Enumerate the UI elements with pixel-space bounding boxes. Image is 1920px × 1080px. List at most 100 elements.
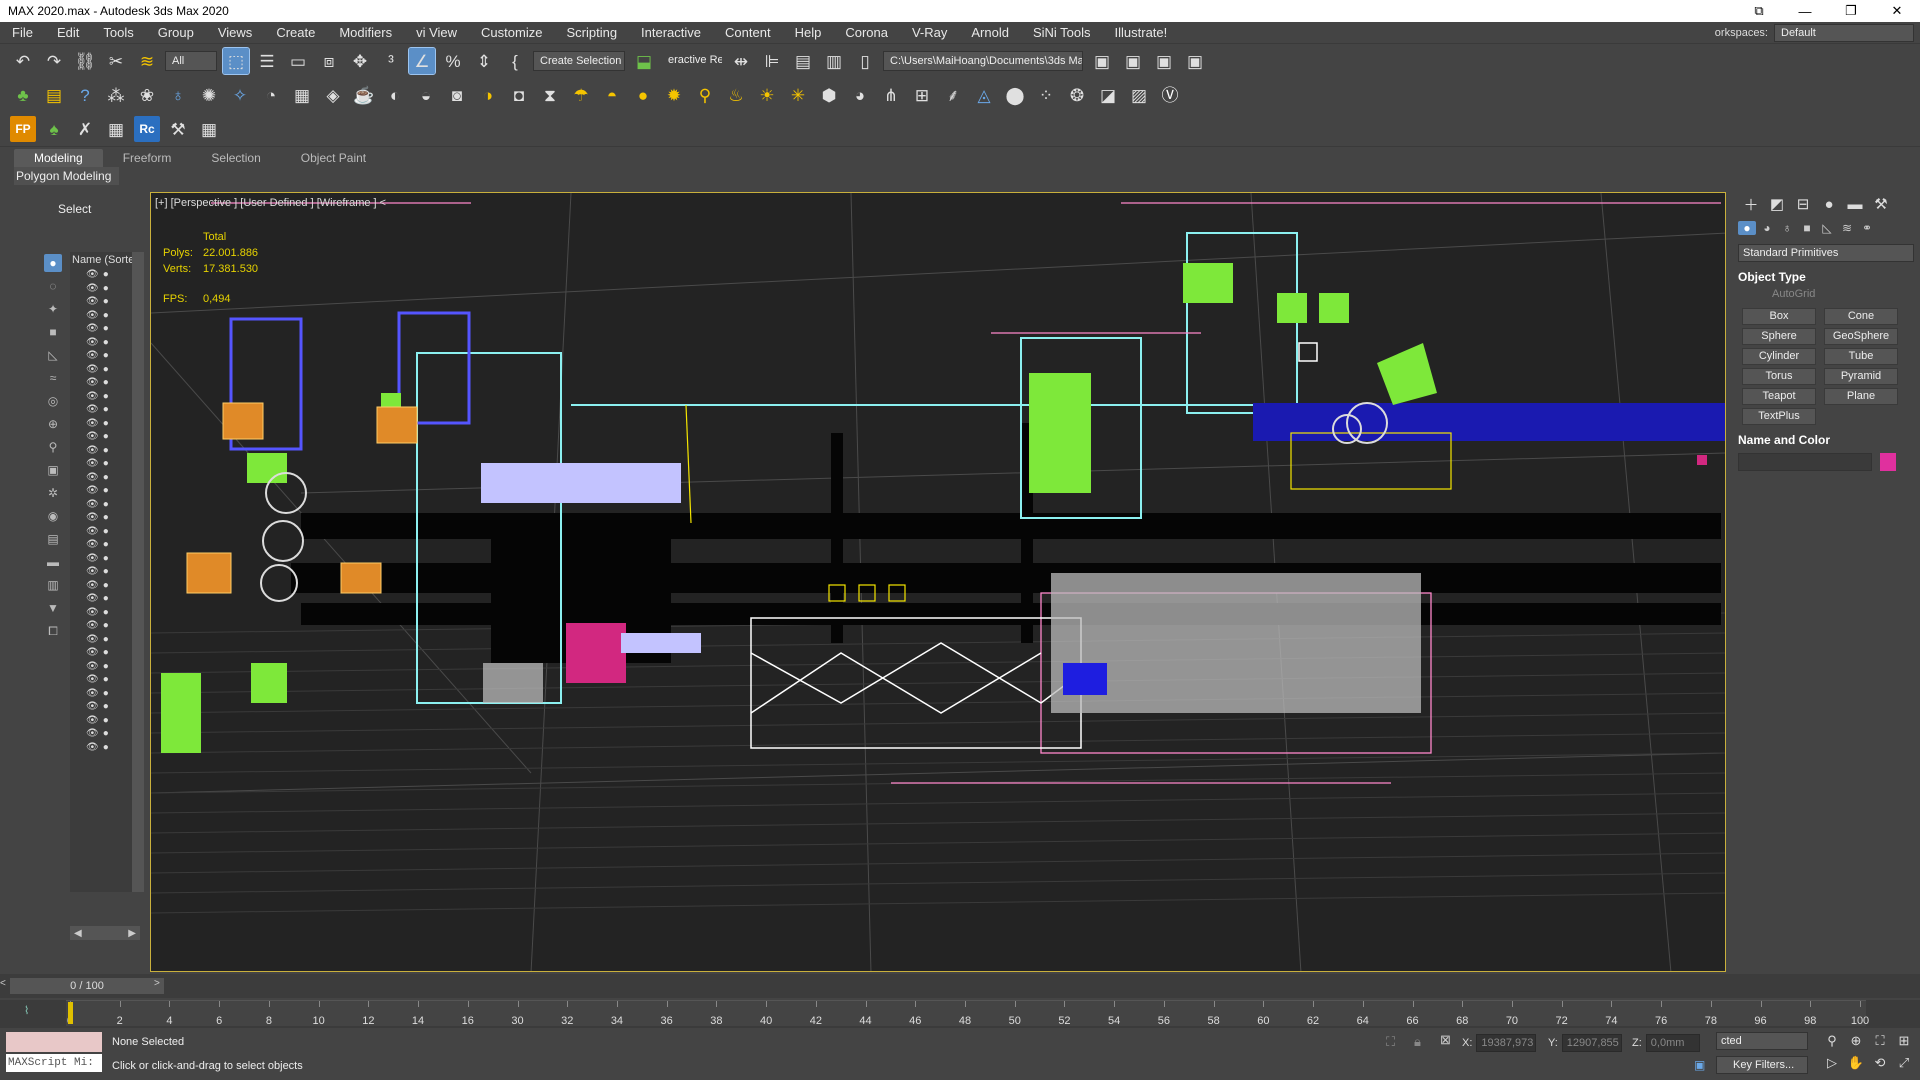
menu-scripting[interactable]: Scripting — [554, 22, 629, 44]
list-scrollbar[interactable] — [132, 252, 144, 892]
viewport-layout-icon-1[interactable]: ▣ — [1089, 48, 1115, 74]
visibility-eye-icon[interactable]: 👁︎ — [86, 647, 99, 658]
visibility-eye-icon[interactable]: 👁︎ — [86, 472, 99, 483]
menu-file[interactable]: File — [0, 22, 45, 44]
corona-light-icon[interactable]: ◑ — [475, 82, 501, 108]
render-dot-icon[interactable]: ● — [103, 647, 109, 658]
help-icon[interactable]: ? — [72, 82, 98, 108]
render-dot-icon[interactable]: ● — [103, 472, 109, 483]
half-sphere-icon[interactable]: ◓ — [599, 82, 625, 108]
render-dot-icon[interactable]: ● — [103, 485, 109, 496]
render-dot-icon[interactable]: ● — [103, 539, 109, 550]
cone-button[interactable]: Cone — [1824, 308, 1898, 325]
display-all-icon[interactable]: ▤ — [44, 530, 62, 548]
visibility-eye-icon[interactable]: 👁︎ — [86, 458, 99, 469]
tools-icon[interactable]: ✗ — [72, 116, 98, 142]
lights-icon[interactable]: ♁ — [1778, 221, 1796, 235]
menu-interactive[interactable]: Interactive — [629, 22, 713, 44]
render-dot-icon[interactable]: ● — [103, 526, 109, 537]
track-ruler[interactable]: 0246810121416303234363840424446485052545… — [66, 1000, 1869, 1027]
scroll-right-icon[interactable]: ▶ — [128, 928, 136, 939]
visibility-eye-icon[interactable]: 👁︎ — [86, 566, 99, 577]
filter-lights-icon[interactable]: ✦ — [44, 300, 62, 318]
sphere-light-icon[interactable]: ● — [630, 82, 656, 108]
mirror-icon[interactable]: ⇹ — [728, 48, 754, 74]
modify-tab-icon[interactable]: ◩ — [1764, 195, 1790, 213]
render-dot-icon[interactable]: ● — [103, 323, 109, 334]
tab-modeling[interactable]: Modeling — [14, 149, 103, 167]
teapot-button[interactable]: Teapot — [1742, 388, 1816, 405]
menu-illustrate[interactable]: Illustrate! — [1103, 22, 1180, 44]
percent-snap-icon[interactable]: % — [440, 48, 466, 74]
set-key-icon[interactable]: ▣ — [1694, 1058, 1705, 1072]
menu-vi-view[interactable]: vi View — [404, 22, 469, 44]
selection-set-dropdown[interactable]: cted — [1716, 1032, 1808, 1050]
umbrella-icon[interactable]: ☂ — [568, 82, 594, 108]
render-dot-icon[interactable]: ● — [103, 688, 109, 699]
edit-named-selection-icon[interactable]: { — [502, 48, 528, 74]
next-frame-icon[interactable]: > — [154, 978, 160, 989]
render-dot-icon[interactable]: ● — [103, 337, 109, 348]
isolate-icon[interactable]: ⛶ — [1386, 1034, 1395, 1050]
absolute-mode-icon[interactable]: ⊠ — [1440, 1032, 1451, 1048]
filter-frozen-icon[interactable]: ✲ — [44, 484, 62, 502]
filter-spacewarps-icon[interactable]: ≈ — [44, 369, 62, 387]
dome-light-icon[interactable]: ◔ — [258, 82, 284, 108]
menu-sini-tools[interactable]: SiNi Tools — [1021, 22, 1103, 44]
layer-explorer-icon[interactable]: ▤ — [790, 48, 816, 74]
visibility-eye-icon[interactable]: 👁︎ — [86, 607, 99, 618]
visibility-eye-icon[interactable]: 👁︎ — [86, 391, 99, 402]
filter-helpers-icon[interactable]: ◺ — [44, 346, 62, 364]
cameras-icon[interactable]: ■ — [1798, 221, 1816, 235]
render-dot-icon[interactable]: ● — [103, 404, 109, 415]
sun-light-icon[interactable]: ✺ — [196, 82, 222, 108]
torus-button[interactable]: Torus — [1742, 368, 1816, 385]
visibility-eye-icon[interactable]: 👁︎ — [86, 526, 99, 537]
sky-icon[interactable]: ◕ — [847, 82, 873, 108]
plant-icon[interactable]: ⸙ — [940, 82, 966, 108]
render-dot-icon[interactable]: ● — [103, 661, 109, 672]
render-dot-icon[interactable]: ● — [103, 269, 109, 280]
zoom-all-icon[interactable]: ⊕ — [1844, 1030, 1868, 1052]
motion-tab-icon[interactable]: ● — [1816, 196, 1842, 213]
scene-object-list[interactable]: Name (Sorted A 👁︎ ● 👁︎ ● 👁︎ ● 👁︎ ● 👁︎ ● 👁︎ ● 👁︎ ● 👁︎ ● 👁… — [70, 252, 144, 892]
droplet-icon[interactable]: ◬ — [971, 82, 997, 108]
render-dot-icon[interactable]: ● — [103, 391, 109, 402]
list-icon[interactable]: ▤ — [41, 82, 67, 108]
spot-icon[interactable]: ⚲ — [692, 82, 718, 108]
minimize-button[interactable]: — — [1782, 0, 1828, 22]
perspective-viewport[interactable]: [+] [Perspective ] [User Defined ] [Wire… — [150, 192, 1726, 972]
pattern-icon[interactable]: ✹ — [661, 82, 687, 108]
polygon-modeling-panel[interactable]: Polygon Modeling — [14, 167, 119, 185]
visibility-eye-icon[interactable]: 👁︎ — [86, 553, 99, 564]
render-dot-icon[interactable]: ● — [103, 431, 109, 442]
curve-editor-icon[interactable]: ▯ — [852, 48, 878, 74]
visibility-eye-icon[interactable]: 👁︎ — [86, 499, 99, 510]
visibility-eye-icon[interactable]: 👁︎ — [86, 539, 99, 550]
unlink-icon[interactable]: ✂ — [103, 48, 129, 74]
object-type-rollout[interactable]: Object Type — [1738, 270, 1914, 284]
light-bulb-icon[interactable]: ♁ — [165, 82, 191, 108]
viewport-layout-icon-4[interactable]: ▣ — [1182, 48, 1208, 74]
angle-snap-icon[interactable]: ∠ — [408, 47, 436, 75]
display-tab-icon[interactable]: ▬ — [1842, 196, 1868, 213]
filter-geometry-icon[interactable]: ● — [44, 254, 62, 272]
redo-icon[interactable]: ↷ — [41, 48, 67, 74]
geosphere-button[interactable]: GeoSphere — [1824, 328, 1898, 345]
tab-object-paint[interactable]: Object Paint — [281, 149, 386, 167]
table-icon[interactable]: ▦ — [103, 116, 129, 142]
forest-pack-icon[interactable]: FP — [10, 116, 36, 142]
vray-camera-icon[interactable]: ◈ — [320, 82, 346, 108]
filter-groups-icon[interactable]: ◎ — [44, 392, 62, 410]
visibility-eye-icon[interactable]: 👁︎ — [86, 580, 99, 591]
scroll-left-icon[interactable]: ◀ — [74, 928, 82, 939]
horizontal-scrollbar[interactable]: ◀ ▶ — [70, 926, 140, 940]
render-dot-icon[interactable]: ● — [103, 674, 109, 685]
menu-customize[interactable]: Customize — [469, 22, 554, 44]
visibility-eye-icon[interactable]: 👁︎ — [86, 715, 99, 726]
filter-cameras-icon[interactable]: ■ — [44, 323, 62, 341]
filter-containers-icon[interactable]: ▣ — [44, 461, 62, 479]
render-dot-icon[interactable]: ● — [103, 607, 109, 618]
autogrid-checkbox[interactable]: AutoGrid — [1772, 288, 1920, 304]
prev-frame-icon[interactable]: < — [0, 978, 6, 989]
